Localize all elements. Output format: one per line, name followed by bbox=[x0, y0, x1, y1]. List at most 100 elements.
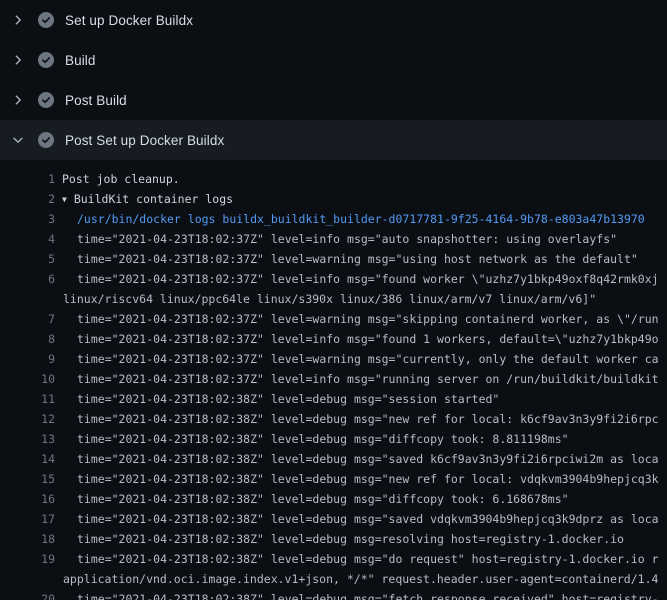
log-line-content: BuildKit container logs bbox=[74, 192, 233, 206]
log-line-number[interactable]: 13 bbox=[0, 432, 55, 446]
check-circle-icon bbox=[38, 132, 54, 148]
log-line-content: time="2021-04-23T18:02:37Z" level=warnin… bbox=[77, 252, 638, 266]
log-line-text: ▼time="2021-04-23T18:02:38Z" level=debug… bbox=[77, 472, 659, 486]
log-line-content: application/vnd.oci.image.index.v1+json,… bbox=[63, 572, 658, 586]
log-line-number[interactable]: 2 bbox=[0, 192, 55, 206]
log-line-content: time="2021-04-23T18:02:37Z" level=warnin… bbox=[77, 352, 659, 366]
log-line-text: ▼ BuildKit container logs bbox=[62, 192, 233, 206]
log-line-text: ▼/usr/bin/docker logs buildx_buildkit_bu… bbox=[77, 212, 645, 226]
chevron-right-icon bbox=[10, 52, 26, 68]
log-line-number[interactable]: 6 bbox=[0, 272, 55, 286]
log-line: 18 ▼time="2021-04-23T18:02:38Z" level=de… bbox=[0, 529, 667, 549]
log-line-number[interactable]: 18 bbox=[0, 532, 55, 546]
chevron-down-icon bbox=[10, 132, 26, 148]
chevron-right-icon bbox=[10, 92, 26, 108]
log-line-content: linux/riscv64 linux/ppc64le linux/s390x … bbox=[63, 292, 596, 306]
log-line: 12 ▼time="2021-04-23T18:02:38Z" level=de… bbox=[0, 409, 667, 429]
log-line-content: time="2021-04-23T18:02:38Z" level=debug … bbox=[77, 552, 659, 566]
log-line-number[interactable]: 10 bbox=[0, 372, 55, 386]
step-label: Post Build bbox=[65, 93, 127, 108]
log-line: 13 ▼time="2021-04-23T18:02:38Z" level=de… bbox=[0, 429, 667, 449]
log-line-content: time="2021-04-23T18:02:37Z" level=info m… bbox=[77, 372, 659, 386]
log-line-content: time="2021-04-23T18:02:38Z" level=debug … bbox=[77, 452, 659, 466]
log-line-text: ▼linux/riscv64 linux/ppc64le linux/s390x… bbox=[63, 292, 596, 306]
log-line-text: ▼time="2021-04-23T18:02:37Z" level=info … bbox=[77, 332, 659, 346]
check-circle-icon bbox=[38, 52, 54, 68]
log-line: 3 ▼/usr/bin/docker logs buildx_buildkit_… bbox=[0, 209, 667, 229]
log-line: ▼linux/riscv64 linux/ppc64le linux/s390x… bbox=[0, 289, 667, 309]
log-line-number[interactable]: 16 bbox=[0, 492, 55, 506]
chevron-right-icon bbox=[10, 12, 26, 28]
log-line[interactable]: 2 ▼ BuildKit container logs bbox=[0, 189, 667, 209]
log-line-text: ▼time="2021-04-23T18:02:38Z" level=debug… bbox=[77, 552, 659, 566]
log-line: 8 ▼time="2021-04-23T18:02:37Z" level=inf… bbox=[0, 329, 667, 349]
log-line-content: time="2021-04-23T18:02:38Z" level=debug … bbox=[77, 512, 659, 526]
step-label: Set up Docker Buildx bbox=[65, 13, 193, 28]
log-line-content: time="2021-04-23T18:02:38Z" level=debug … bbox=[77, 492, 569, 506]
check-circle-icon bbox=[38, 92, 54, 108]
log-line-text: ▼time="2021-04-23T18:02:37Z" level=warni… bbox=[77, 312, 659, 326]
steps-list: Set up Docker Buildx Build P bbox=[0, 0, 667, 160]
step-label: Build bbox=[65, 53, 96, 68]
log-line-content: time="2021-04-23T18:02:38Z" level=debug … bbox=[77, 472, 659, 486]
log-line-content: time="2021-04-23T18:02:37Z" level=info m… bbox=[77, 332, 659, 346]
log-line-content: time="2021-04-23T18:02:38Z" level=debug … bbox=[77, 432, 569, 446]
log-line-text: ▼time="2021-04-23T18:02:38Z" level=debug… bbox=[77, 512, 659, 526]
log-line-number[interactable]: 15 bbox=[0, 472, 55, 486]
log-line: 15 ▼time="2021-04-23T18:02:38Z" level=de… bbox=[0, 469, 667, 489]
log-line-content: time="2021-04-23T18:02:38Z" level=debug … bbox=[77, 592, 659, 600]
log-line-number[interactable]: 3 bbox=[0, 212, 55, 226]
log-line-number[interactable]: 17 bbox=[0, 512, 55, 526]
log-line-text: ▼time="2021-04-23T18:02:37Z" level=info … bbox=[77, 372, 659, 386]
log-line-number[interactable]: 1 bbox=[0, 172, 55, 186]
log-line: 11 ▼time="2021-04-23T18:02:38Z" level=de… bbox=[0, 389, 667, 409]
step-header-post-set-up-docker-buildx[interactable]: Post Set up Docker Buildx bbox=[0, 120, 667, 160]
log-line: 4 ▼time="2021-04-23T18:02:37Z" level=inf… bbox=[0, 229, 667, 249]
log-line-content: time="2021-04-23T18:02:38Z" level=debug … bbox=[77, 392, 499, 406]
log-line-content: /usr/bin/docker logs buildx_buildkit_bui… bbox=[77, 212, 645, 226]
log-line: 17 ▼time="2021-04-23T18:02:38Z" level=de… bbox=[0, 509, 667, 529]
log-line-number[interactable]: 12 bbox=[0, 412, 55, 426]
log-area: 1 ▼Post job cleanup. 2 ▼ BuildKit contain… bbox=[0, 160, 667, 600]
step-header-set-up-docker-buildx[interactable]: Set up Docker Buildx bbox=[0, 0, 667, 40]
log-line: 10 ▼time="2021-04-23T18:02:37Z" level=in… bbox=[0, 369, 667, 389]
log-line: 1 ▼Post job cleanup. bbox=[0, 169, 667, 189]
log-line-content: time="2021-04-23T18:02:38Z" level=debug … bbox=[77, 532, 624, 546]
log-line: 19 ▼time="2021-04-23T18:02:38Z" level=de… bbox=[0, 549, 667, 569]
disclosure-triangle-icon: ▼ bbox=[62, 195, 67, 204]
check-circle-icon bbox=[38, 12, 54, 28]
log-line-text: ▼time="2021-04-23T18:02:38Z" level=debug… bbox=[77, 592, 659, 600]
log-line-text: ▼time="2021-04-23T18:02:38Z" level=debug… bbox=[77, 492, 569, 506]
step-header-build[interactable]: Build bbox=[0, 40, 667, 80]
log-line-number[interactable]: 8 bbox=[0, 332, 55, 346]
log-line-content: time="2021-04-23T18:02:37Z" level=info m… bbox=[77, 232, 617, 246]
log-line: 14 ▼time="2021-04-23T18:02:38Z" level=de… bbox=[0, 449, 667, 469]
log-line-number[interactable]: 11 bbox=[0, 392, 55, 406]
log-line: 7 ▼time="2021-04-23T18:02:37Z" level=war… bbox=[0, 309, 667, 329]
step-header-post-build[interactable]: Post Build bbox=[0, 80, 667, 120]
log-line: 5 ▼time="2021-04-23T18:02:37Z" level=war… bbox=[0, 249, 667, 269]
log-line-text: ▼application/vnd.oci.image.index.v1+json… bbox=[63, 572, 658, 586]
log-line-text: ▼time="2021-04-23T18:02:38Z" level=debug… bbox=[77, 452, 659, 466]
log-line-number[interactable]: 5 bbox=[0, 252, 55, 266]
log-line-text: ▼time="2021-04-23T18:02:38Z" level=debug… bbox=[77, 392, 499, 406]
log-line-content: time="2021-04-23T18:02:37Z" level=info m… bbox=[77, 272, 659, 286]
log-line: 20 ▼time="2021-04-23T18:02:38Z" level=de… bbox=[0, 589, 667, 600]
step-label: Post Set up Docker Buildx bbox=[65, 133, 224, 148]
log-line-number[interactable]: 7 bbox=[0, 312, 55, 326]
log-line-number[interactable]: 4 bbox=[0, 232, 55, 246]
log-line-number[interactable]: 9 bbox=[0, 352, 55, 366]
log-line-text: ▼time="2021-04-23T18:02:37Z" level=warni… bbox=[77, 352, 659, 366]
log-line-content: Post job cleanup. bbox=[62, 172, 180, 186]
log-line: 16 ▼time="2021-04-23T18:02:38Z" level=de… bbox=[0, 489, 667, 509]
actions-log-viewer: Set up Docker Buildx Build P bbox=[0, 0, 667, 600]
log-line-text: ▼Post job cleanup. bbox=[62, 172, 180, 186]
log-line-number[interactable]: 20 bbox=[0, 592, 55, 600]
log-line: 9 ▼time="2021-04-23T18:02:37Z" level=war… bbox=[0, 349, 667, 369]
log-line-text: ▼time="2021-04-23T18:02:37Z" level=info … bbox=[77, 232, 617, 246]
log-line: ▼application/vnd.oci.image.index.v1+json… bbox=[0, 569, 667, 589]
log-line-number[interactable]: 19 bbox=[0, 552, 55, 566]
log-line-number[interactable]: 14 bbox=[0, 452, 55, 466]
log-line-text: ▼time="2021-04-23T18:02:38Z" level=debug… bbox=[77, 412, 659, 426]
log-line-text: ▼time="2021-04-23T18:02:37Z" level=info … bbox=[77, 272, 659, 286]
